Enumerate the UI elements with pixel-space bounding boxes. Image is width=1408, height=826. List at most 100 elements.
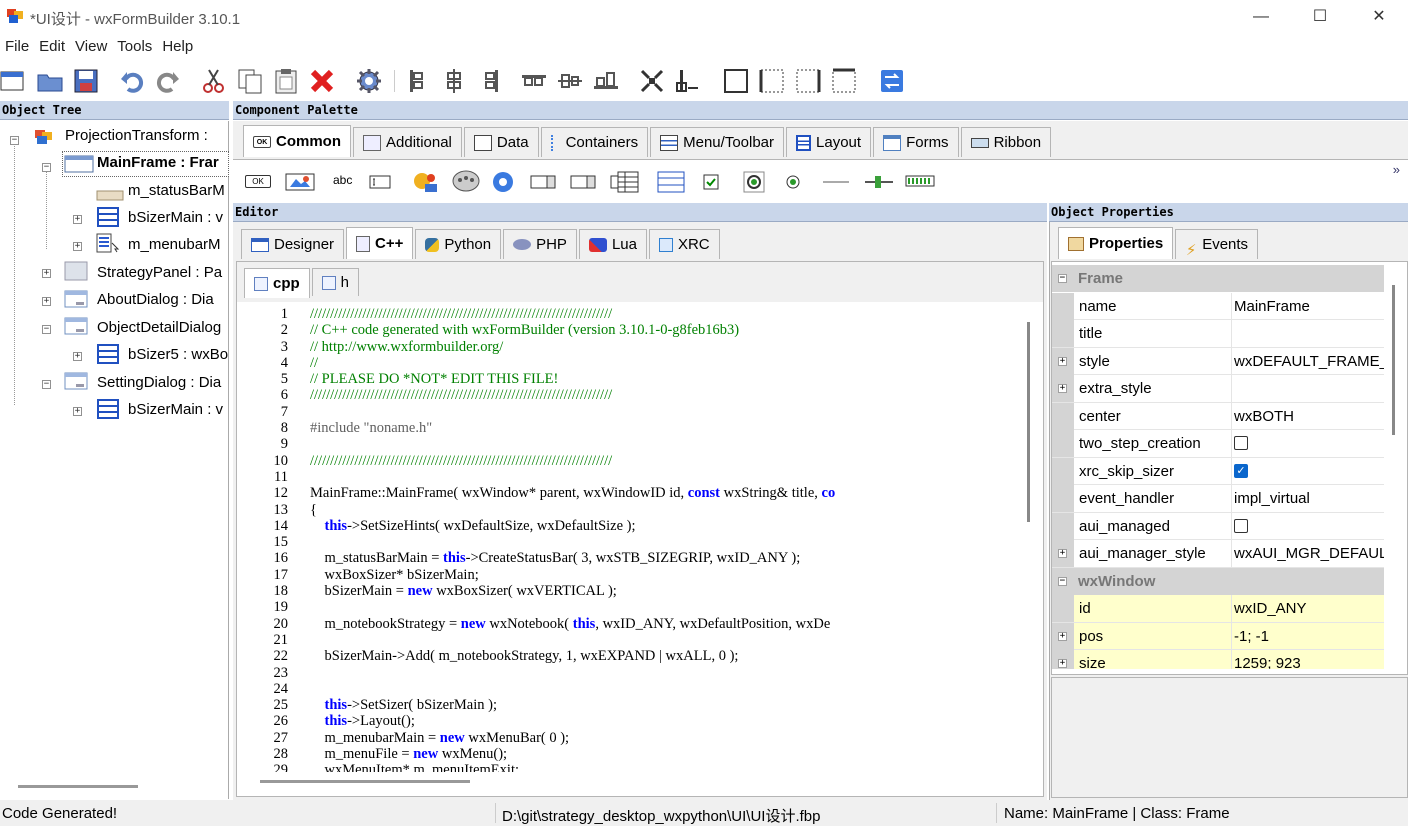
delete-icon[interactable] [308,67,336,95]
palette-more-button[interactable]: » [1393,162,1400,177]
static-bitmap-icon[interactable] [411,170,441,194]
property-value[interactable]: wxID_ANY [1234,595,1384,622]
radio-button-icon[interactable] [786,175,800,189]
toggle-button-icon[interactable] [742,170,766,194]
property-row[interactable]: + pos -1; -1 [1052,622,1384,650]
property-value[interactable]: -1; -1 [1234,623,1384,650]
property-row[interactable]: two_step_creation [1052,430,1384,458]
property-row[interactable]: + size 1259; 923 [1052,650,1384,669]
tree-item-projection-transform[interactable]: ProjectionTransform : [65,123,208,149]
cut-icon[interactable] [200,67,228,95]
code-view[interactable]: 1 2 3 4 5 6 7 8 9 10 11 12 13 14 15 16 17 18 19 20 21 22 23 24 2… [238,306,1028,772]
code-vertical-scrollbar[interactable] [1027,322,1030,522]
tab-events[interactable]: ⚡ Events [1175,229,1259,259]
copy-icon[interactable] [236,67,264,95]
property-category[interactable]: − Frame [1052,265,1384,292]
tree-expander[interactable]: + [73,215,82,224]
tab-layout[interactable]: Layout [786,127,872,157]
property-expander[interactable]: + [1058,549,1067,558]
tab-cpp[interactable]: C++ [346,227,414,259]
property-expander[interactable]: + [1058,356,1067,366]
maximize-button[interactable]: ☐ [1291,0,1349,34]
tree-item-about-dialog[interactable]: AboutDialog : Dia [97,287,214,313]
tab-ribbon[interactable]: Ribbon [960,127,1052,157]
tree-item-setting-dialog[interactable]: SettingDialog : Dia [97,370,221,396]
tree-item-bsizermain[interactable]: bSizerMain : v [128,205,223,231]
tab-h-file[interactable]: h [311,268,360,296]
property-value[interactable]: 1259; 923 [1234,650,1384,669]
wrap-icon[interactable] [878,67,906,95]
tree-item-strategy-panel[interactable]: StrategyPanel : Pa [97,260,222,286]
close-button[interactable]: ✕ [1350,0,1408,34]
tab-menu-toolbar[interactable]: Menu/Toolbar [650,127,785,157]
property-value[interactable] [1234,320,1384,347]
tab-python[interactable]: Python [415,229,502,259]
property-row[interactable]: event_handler impl_virtual [1052,485,1384,513]
combobox-dropdown-icon[interactable] [570,174,596,190]
tab-php[interactable]: PHP [503,229,577,259]
property-row[interactable]: + aui_manager_style wxAUI_MGR_DEFAUL [1052,540,1384,568]
checkbox-icon[interactable] [703,174,719,190]
menu-help[interactable]: Help [157,36,198,55]
property-value[interactable] [1234,430,1384,457]
gauge-icon[interactable] [905,175,935,187]
tab-forms[interactable]: Forms [873,127,959,157]
bitmap-button-icon[interactable] [285,173,315,191]
tab-common[interactable]: OK Common [243,125,351,157]
tree-item-mainframe[interactable]: MainFrame : Frar [97,150,219,176]
property-row[interactable]: xrc_skip_sizer ✓ [1052,457,1384,485]
tree-expander[interactable]: − [42,380,51,389]
paste-icon[interactable] [272,67,300,95]
tree-item-menubar[interactable]: m_menubarM [128,232,221,258]
grid-icon[interactable] [657,171,685,193]
code-horizontal-scrollbar[interactable] [260,780,470,783]
static-text-icon[interactable]: abc [333,173,352,187]
expand-icon[interactable] [638,67,666,95]
tab-cpp-file[interactable]: cpp [244,268,310,298]
category-expander[interactable]: − [1058,576,1067,586]
menu-tools[interactable]: Tools [112,36,157,55]
property-value[interactable]: impl_virtual [1234,485,1384,512]
border-top-icon[interactable] [830,67,858,95]
tree-item-bsizermain-setting[interactable]: bSizerMain : v [128,397,223,423]
property-checkbox[interactable] [1234,436,1248,450]
property-value[interactable] [1234,513,1384,540]
wxbutton-icon[interactable]: OK [245,175,271,188]
text-ctrl-icon[interactable] [369,174,391,190]
property-category[interactable]: − wxWindow [1052,567,1384,595]
tree-expander[interactable]: + [73,407,82,416]
menu-view[interactable]: View [70,36,112,55]
property-expander[interactable]: + [1058,659,1067,668]
property-value[interactable]: ✓ [1234,458,1384,485]
property-row[interactable]: + style wxDEFAULT_FRAME_ [1052,347,1384,375]
tab-data[interactable]: Data [463,127,539,157]
menu-edit[interactable]: Edit [34,36,70,55]
tree-expander[interactable]: + [42,269,51,278]
undo-icon[interactable] [118,67,146,95]
tree-expander[interactable]: − [42,325,51,334]
tab-additional[interactable]: Additional [353,127,462,157]
tree-expander[interactable]: + [73,242,82,251]
align-middle-icon[interactable] [556,67,584,95]
tree-item-statusbar[interactable]: m_statusBarM [128,178,225,204]
tree-item-object-detail-dialog[interactable]: ObjectDetailDialog [97,315,221,341]
border-left-icon[interactable] [758,67,786,95]
save-project-icon[interactable] [72,67,100,95]
list-box-icon[interactable] [530,174,556,190]
property-value[interactable]: wxBOTH [1234,403,1384,430]
align-top-icon[interactable] [520,67,548,95]
static-line-icon[interactable] [823,180,849,184]
property-row[interactable]: aui_managed [1052,512,1384,540]
tab-designer[interactable]: Designer [241,229,345,259]
property-row[interactable]: center wxBOTH [1052,402,1384,430]
tree-expander[interactable]: + [42,297,51,306]
property-value[interactable]: wxAUI_MGR_DEFAUL [1234,540,1384,567]
property-checkbox[interactable] [1234,518,1248,533]
align-left-icon[interactable] [404,67,432,95]
property-row[interactable]: id wxID_ANY [1052,595,1384,623]
minimize-button[interactable]: — [1232,0,1290,34]
properties-scrollbar[interactable] [1392,285,1395,435]
generate-code-icon[interactable] [355,67,383,95]
align-bottom-icon[interactable] [592,67,620,95]
tree-horizontal-scrollbar[interactable] [18,785,138,788]
